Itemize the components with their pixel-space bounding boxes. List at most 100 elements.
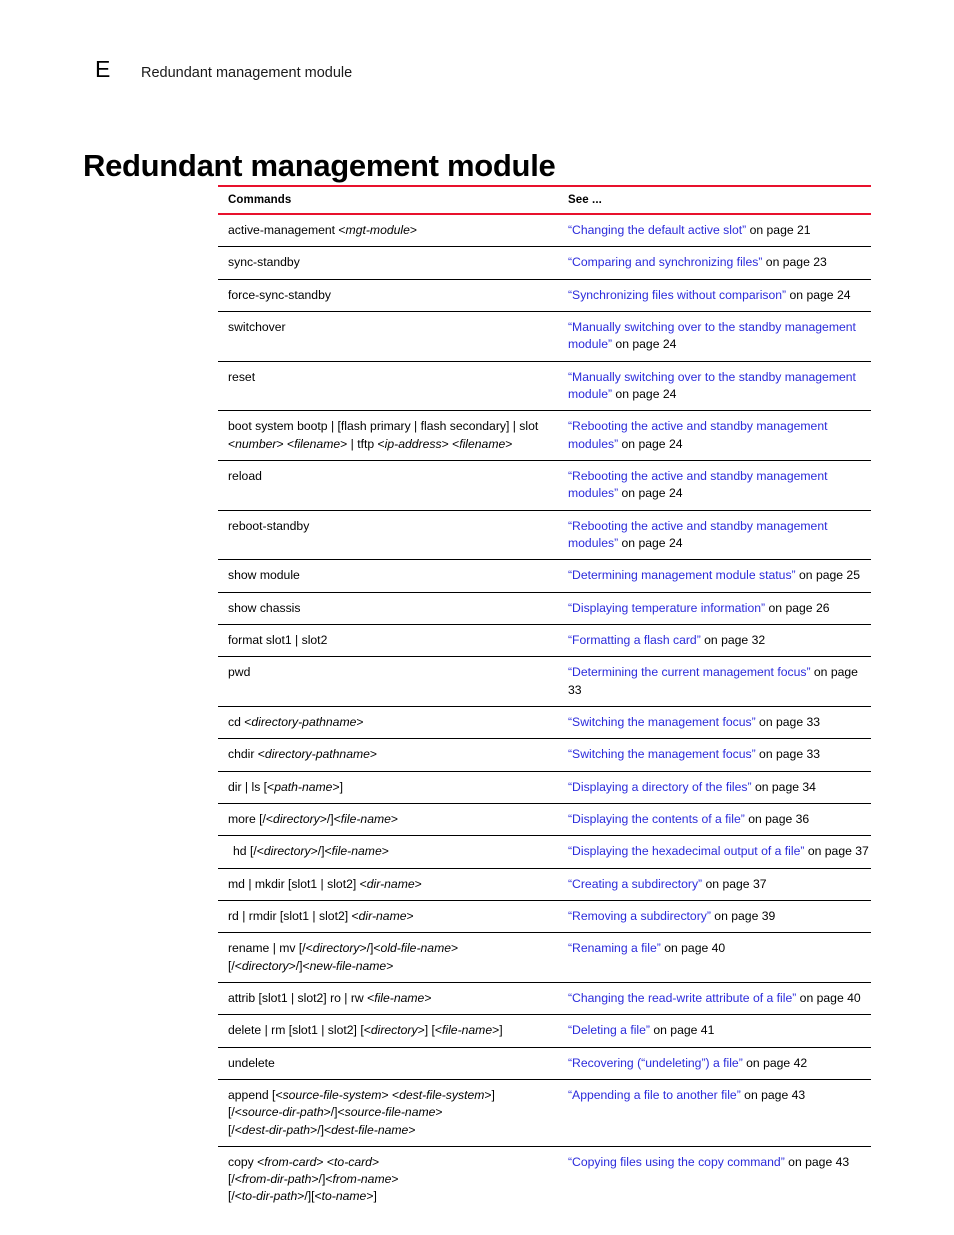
command-syntax: reset	[228, 369, 256, 384]
cross-reference-page: on page 37	[702, 876, 767, 891]
command-syntax: delete | rm [slot1 | slot2] [<directory>…	[228, 1023, 503, 1038]
cross-reference-link[interactable]: “Switching the management focus”	[568, 715, 756, 729]
see-cell: “Formatting a flash card” on page 32	[566, 624, 871, 658]
see-cell: “Displaying the hexadecimal output of a …	[566, 835, 871, 869]
table-row: reset “Manually switching over to the sta…	[218, 361, 871, 412]
command-cell: format slot1 | slot2	[218, 624, 566, 658]
cross-reference-link[interactable]: “Removing a subdirectory”	[568, 909, 711, 923]
table-row: format slot1 | slot2 “Formatting a flash …	[218, 624, 871, 658]
see-cell: “Changing the read-write attribute of a …	[566, 982, 871, 1016]
cross-reference-page: on page 23	[762, 255, 827, 270]
cross-reference-link[interactable]: “Determining management module status”	[568, 568, 796, 582]
command-syntax: attrib [slot1 | slot2] ro | rw <file-nam…	[228, 990, 432, 1005]
command-cell: show module	[218, 559, 566, 593]
see-cell: “Deleting a file” on page 41	[566, 1014, 871, 1048]
see-cell: “Changing the default active slot” on pa…	[566, 214, 871, 248]
command-syntax: append [<source-file-system> <dest-file-…	[228, 1087, 495, 1137]
cross-reference-link[interactable]: “Creating a subdirectory”	[568, 877, 702, 891]
command-cell: rename | mv [/<directory>/]<old-file-nam…	[218, 932, 566, 983]
table-row: boot system bootp | [flash primary | fla…	[218, 410, 871, 461]
command-syntax: copy <from-card> <to-card> [/<from-dir-pa…	[228, 1154, 399, 1204]
table-row: sync-standby “Comparing and synchronizing…	[218, 246, 871, 280]
cross-reference-link[interactable]: “Appending a file to another file”	[568, 1088, 741, 1102]
command-syntax: reboot-standby	[228, 518, 310, 533]
cross-reference-link[interactable]: “Displaying temperature information”	[568, 601, 765, 615]
table-row: undelete “Recovering (“undeleting”) a fil…	[218, 1047, 871, 1080]
cross-reference-page: on page 24	[786, 287, 851, 302]
running-header: E Redundant management module	[95, 58, 352, 81]
cross-reference-link[interactable]: “Deleting a file”	[568, 1023, 650, 1037]
command-syntax: undelete	[228, 1055, 275, 1070]
see-cell: “Removing a subdirectory” on page 39	[566, 900, 871, 934]
table-row: chdir <directory-pathname> “Switching the…	[218, 738, 871, 772]
table-row: active-management <mgt-module> “Changing …	[218, 214, 871, 248]
cross-reference-page: on page 43	[784, 1154, 850, 1169]
command-syntax: show module	[228, 568, 300, 583]
see-cell: “Displaying the contents of a file” on p…	[566, 803, 871, 837]
see-cell: “Synchronizing files without comparison”…	[566, 279, 871, 312]
running-header-title: Redundant management module	[141, 65, 353, 81]
see-cell: “Rebooting the active and standby manage…	[566, 460, 871, 511]
table-header-row: Commands See ...	[218, 185, 871, 215]
cross-reference-link[interactable]: “Formatting a flash card”	[568, 633, 701, 647]
command-syntax: chdir <directory-pathname>	[228, 747, 378, 762]
cross-reference-link[interactable]: “Copying files using the copy command”	[568, 1155, 785, 1169]
table-row: rename | mv [/<directory>/]<old-file-nam…	[218, 932, 871, 983]
see-cell: “Renaming a file” on page 40	[566, 932, 871, 983]
table-row: more [/<directory>/]<file-name> “Displayi…	[218, 803, 871, 837]
table-row: switchover “Manually switching over to th…	[218, 311, 871, 362]
cross-reference-page: on page 34	[751, 779, 816, 794]
command-cell: hd [/<directory>/]<file-name>	[218, 835, 566, 869]
command-syntax: show chassis	[228, 600, 301, 615]
cross-reference-page: on page 24	[618, 535, 683, 550]
cross-reference-page: on page 36	[744, 811, 810, 826]
cross-reference-link[interactable]: “Displaying a directory of the files”	[568, 780, 752, 794]
column-header-commands: Commands	[218, 185, 566, 215]
table-row: copy <from-card> <to-card> [/<from-dir-pa…	[218, 1146, 871, 1212]
cross-reference-page: on page 42	[742, 1055, 808, 1070]
table-row: dir | ls [<path-name>] “Displaying a dire…	[218, 771, 871, 804]
command-cell: show chassis	[218, 592, 566, 625]
cross-reference-link[interactable]: “Changing the default active slot”	[568, 223, 746, 237]
command-cell: more [/<directory>/]<file-name>	[218, 803, 566, 837]
command-syntax: hd [/<directory>/]<file-name>	[233, 844, 389, 859]
cross-reference-link[interactable]: “Displaying the hexadecimal output of a …	[568, 844, 804, 858]
table-row: delete | rm [slot1 | slot2] [<directory>…	[218, 1014, 871, 1048]
command-cell: rd | rmdir [slot1 | slot2] <dir-name>	[218, 900, 566, 934]
command-syntax: md | mkdir [slot1 | slot2] <dir-name>	[228, 876, 422, 891]
command-cell: delete | rm [slot1 | slot2] [<directory>…	[218, 1014, 566, 1048]
cross-reference-link[interactable]: “Switching the management focus”	[568, 747, 756, 761]
command-cell: force-sync-standby	[218, 279, 566, 312]
table-row: hd [/<directory>/]<file-name> “Displaying…	[218, 835, 871, 869]
cross-reference-link[interactable]: “Displaying the contents of a file”	[568, 812, 745, 826]
cross-reference-page: on page 24	[618, 486, 683, 501]
cross-reference-page: on page 37	[804, 844, 869, 859]
command-syntax: active-management <mgt-module>	[228, 223, 418, 237]
see-cell: “Switching the management focus” on page…	[566, 738, 871, 772]
cross-reference-page: on page 40	[796, 990, 861, 1005]
command-cell: active-management <mgt-module>	[218, 214, 566, 248]
cross-reference-link[interactable]: “Rebooting the active and standby manage…	[568, 469, 828, 500]
commands-table-body: active-management <mgt-module> “Changing …	[218, 214, 871, 1213]
see-cell: “Displaying a directory of the files” on…	[566, 771, 871, 804]
cross-reference-link[interactable]: “Renaming a file”	[568, 941, 661, 955]
cross-reference-link[interactable]: “Rebooting the active and standby manage…	[568, 419, 828, 450]
cross-reference-page: on page 33	[755, 747, 821, 762]
cross-reference-link[interactable]: “Determining the current management focu…	[568, 665, 811, 679]
command-cell: append [<source-file-system> <dest-file-…	[218, 1079, 566, 1147]
see-cell: “Appending a file to another file” on pa…	[566, 1079, 871, 1147]
cross-reference-link[interactable]: “Synchronizing files without comparison”	[568, 288, 786, 302]
cross-reference-link[interactable]: “Rebooting the active and standby manage…	[568, 519, 828, 550]
cross-reference-page: on page 41	[649, 1023, 715, 1038]
cross-reference-link[interactable]: “Comparing and synchronizing files”	[568, 255, 762, 269]
cross-reference-link[interactable]: “Changing the read-write attribute of a …	[568, 991, 796, 1005]
command-cell: switchover	[218, 311, 566, 362]
cross-reference-page: on page 39	[710, 908, 776, 923]
table-row: show module “Determining management modul…	[218, 559, 871, 593]
command-cell: reload	[218, 460, 566, 511]
table-row: cd <directory-pathname> “Switching the ma…	[218, 706, 871, 740]
cross-reference-link[interactable]: “Recovering (“undeleting”) a file”	[568, 1056, 743, 1070]
command-syntax: dir | ls [<path-name>]	[228, 779, 343, 794]
command-cell: attrib [slot1 | slot2] ro | rw <file-nam…	[218, 982, 566, 1016]
command-syntax: format slot1 | slot2	[228, 632, 328, 647]
